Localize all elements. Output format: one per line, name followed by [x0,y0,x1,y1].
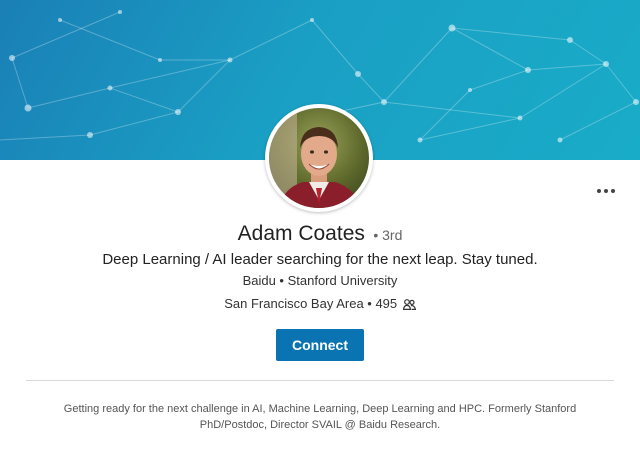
people-icon [402,298,416,313]
dot-icon [597,189,601,193]
profile-organizations: Baidu • Stanford University [242,273,398,288]
dot-icon [604,189,608,193]
connection-degree: • 3rd [373,227,403,243]
avatar-image [269,108,369,208]
name-row: Adam Coates • 3rd [0,222,640,246]
divider [26,380,614,381]
connect-button[interactable]: Connect [276,329,364,361]
profile-location: San Francisco Bay Area • 495 [224,296,398,311]
profile-summary: Getting ready for the next challenge in … [63,403,577,431]
profile-name: Adam Coates [237,222,365,245]
more-options-icon[interactable] [594,184,618,198]
profile-headline: Deep Learning / AI leader searching for … [102,251,538,268]
profile-photo[interactable] [265,104,373,212]
location-row: San Francisco Bay Area • 495 [0,296,640,313]
dot-icon [611,189,615,193]
